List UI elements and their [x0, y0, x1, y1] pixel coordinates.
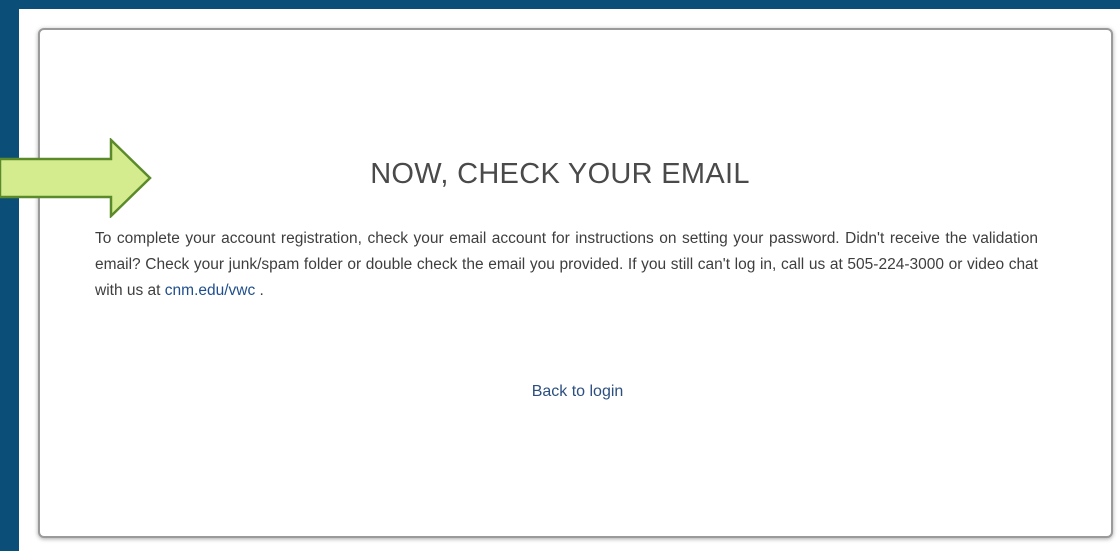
instructions-text: To complete your account registration, c… — [95, 226, 1038, 304]
page-title: NOW, CHECK YOUR EMAIL — [370, 158, 750, 190]
back-to-login-link[interactable]: Back to login — [0, 383, 1120, 401]
instructions-text-end: . — [255, 282, 264, 299]
vwc-link[interactable]: cnm.edu/vwc — [165, 282, 255, 299]
